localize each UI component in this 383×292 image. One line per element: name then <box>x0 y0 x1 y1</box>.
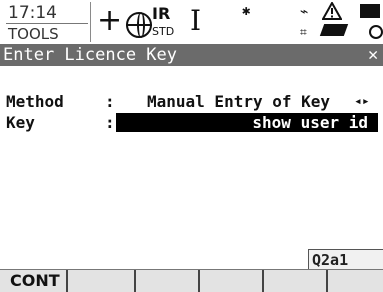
key-colon: : <box>105 113 115 132</box>
key-value: show user id <box>252 113 368 132</box>
satellite-icon: ⌁ <box>300 4 309 20</box>
memory-card-icon <box>319 24 349 36</box>
fkey-cont[interactable]: CONT <box>0 270 68 292</box>
close-icon[interactable]: ✕ <box>368 45 378 65</box>
bluetooth-icon: ✱ <box>242 3 251 19</box>
ibeam-icon: I <box>190 4 202 37</box>
fkey-4[interactable] <box>200 270 264 292</box>
globe-icon <box>126 12 152 38</box>
disk-icon <box>369 25 383 39</box>
fkey-2[interactable] <box>68 270 136 292</box>
page-title: Enter Licence Key <box>3 45 177 65</box>
fkey-3[interactable] <box>136 270 200 292</box>
key-label: Key <box>6 113 35 132</box>
fkey-6[interactable] <box>328 270 383 292</box>
clock: 17:14 <box>8 3 57 23</box>
key-input[interactable]: show user id <box>116 113 378 132</box>
method-label: Method <box>6 92 64 111</box>
crosshair-icon: + <box>97 3 123 38</box>
method-colon: : <box>105 92 115 111</box>
fkey-label: CONT <box>10 271 60 290</box>
input-mode-text: Q2a1 <box>312 251 349 269</box>
divider <box>6 23 88 24</box>
position-sub: STD <box>152 25 175 38</box>
warning-icon <box>322 2 342 20</box>
program-name: TOOLS <box>8 25 59 43</box>
battery-icon <box>360 4 380 18</box>
satellite-icon: ⌗ <box>300 25 307 39</box>
fkey-5[interactable] <box>264 270 328 292</box>
method-select[interactable]: Manual Entry of Key <box>147 92 330 111</box>
position-mode: IR <box>152 4 171 23</box>
function-key-bar: CONT <box>0 269 383 292</box>
left-right-arrows-icon[interactable]: ◂▸ <box>354 94 370 109</box>
title-bar: Enter Licence Key ✕ <box>0 44 383 66</box>
input-mode-indicator: Q2a1 <box>308 249 383 270</box>
status-bar: 17:14 TOOLS + IR STD I ✱ ⌁ ⌗ <box>0 0 383 44</box>
divider <box>90 2 91 42</box>
